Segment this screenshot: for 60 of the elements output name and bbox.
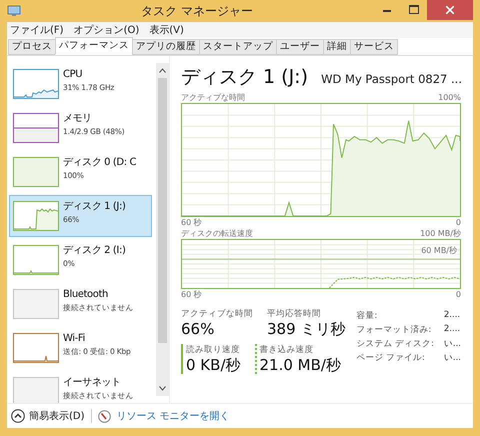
tab[interactable]: パフォーマンス [55,37,133,55]
property-label: 容量: [356,310,378,322]
tab[interactable]: ユーザー [276,39,324,55]
stat-value: 389 ミリ秒 [267,320,346,338]
item-name: イーサネット [63,376,122,390]
time-start: 60 秒 [181,217,202,228]
stat-label: 平均応答時間 [267,308,322,320]
rate-value: 0 KB/秒 [186,356,240,374]
property-value: 2.... [444,310,461,322]
property-value: 2.... [444,324,461,336]
item-name: ディスク 2 (I:) [63,244,126,258]
graph-max: 100% [438,92,461,103]
menu-item[interactable]: オプション(O) [74,23,140,37]
menu-item[interactable]: 表示(V) [149,23,184,37]
graph-max: 100 MB/秒 [420,228,461,239]
chevron-up-icon [11,409,25,423]
item-name: CPU [63,68,84,82]
rate-label: 書き込み速度 [260,344,314,356]
item-name: Wi-Fi [63,332,86,346]
fewer-details-button[interactable]: 簡易表示(D) [11,409,85,423]
maximize-icon [408,4,418,14]
property-value: い... [444,352,461,364]
scroll-down-icon[interactable] [159,386,166,391]
disk-title: ディスク 1 (J:) [181,65,308,90]
property-label: ページ ファイル: [356,352,426,364]
tab[interactable]: アプリの履歴 [132,39,200,55]
gauge-icon [98,410,111,422]
rate-marker [181,344,183,374]
scrollbar[interactable] [156,63,169,396]
property-label: システム ディスク: [356,338,434,350]
item-name: メモリ [63,112,93,126]
rate-value: 21.0 MB/秒 [260,356,341,374]
rate-marker [254,344,256,374]
property-value: い... [444,338,461,350]
property-label: フォーマット済み: [356,324,432,336]
stat-value: 66% [181,320,216,338]
scroll-up-icon[interactable] [159,68,166,73]
monitor-icon [7,5,21,17]
menu-item[interactable]: ファイル(F) [10,23,64,37]
time-end: 0 [456,289,461,300]
resource-monitor-link[interactable]: リソース モニターを開く [116,409,230,423]
scroll-thumb[interactable] [158,78,168,343]
graph-label: ディスクの転送速度 [181,228,253,239]
item-name: ディスク 0 (D: C [63,156,136,170]
tab[interactable]: サービス [350,39,398,55]
item-name: Bluetooth [63,288,109,302]
tab[interactable]: スタートアップ [199,39,277,55]
time-end: 0 [456,217,461,228]
tab[interactable]: 詳細 [323,39,351,55]
rate-label: 読み取り速度 [186,344,240,356]
time-start: 60 秒 [181,289,202,300]
tab[interactable]: プロセス [8,39,56,55]
graph-scale: 60 MB/秒 [421,245,457,256]
close-icon [446,6,454,14]
graph-label: アクティブな時間 [181,92,245,103]
disk-model: WD My Passport 0827 ... [321,72,462,86]
window-title: タスク マネージャー [140,2,254,20]
item-name: ディスク 1 (J:) [63,200,126,214]
close-button[interactable] [427,0,473,20]
stat-label: アクティブな時間 [181,308,253,320]
